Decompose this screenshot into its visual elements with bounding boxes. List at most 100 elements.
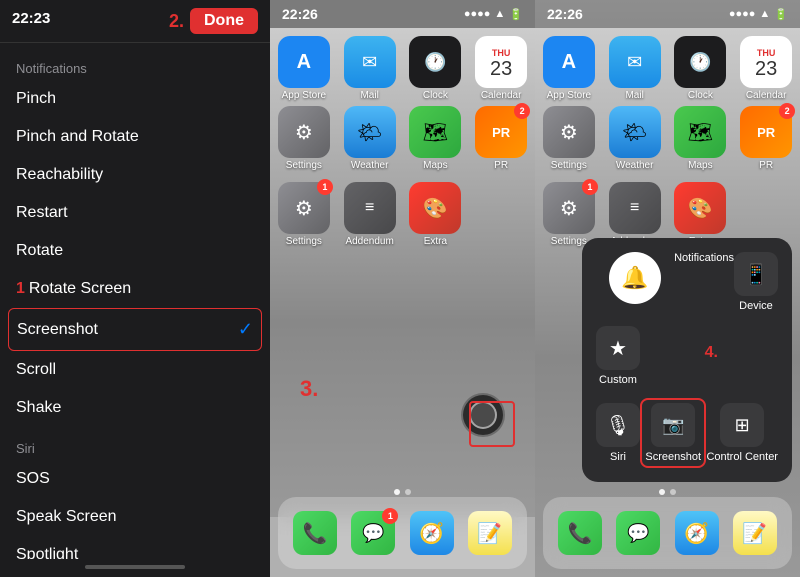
app-extra[interactable]: 🎨 Extra: [406, 182, 466, 247]
time-display-right: 22:26: [547, 6, 583, 22]
app-pr-r[interactable]: PR2 PR: [736, 106, 796, 171]
app-appstore[interactable]: A App Store: [274, 36, 334, 101]
app-icon-settings2: ⚙1: [278, 182, 330, 234]
at-menu-device-icon: 📱: [734, 252, 778, 296]
app-weather[interactable]: 🌤 Weather: [340, 106, 400, 171]
wifi-icon: ▲: [494, 8, 505, 20]
app-icon-mail: ✉: [344, 36, 396, 88]
app-grid-row2-right: ⚙ Settings 🌤 Weather 🗺 Maps PR2 PR: [535, 106, 800, 171]
done-button[interactable]: Done: [190, 8, 258, 34]
app-clock-r[interactable]: 🕐 Clock: [671, 36, 731, 101]
menu-section-siri: Siri: [0, 427, 270, 460]
at-menu-siri-item[interactable]: 🎙 Siri: [596, 403, 640, 463]
wifi-icon-right: ▲: [759, 8, 770, 20]
app-icon-weather: 🌤: [344, 106, 396, 158]
app-icon-extra: 🎨: [409, 182, 461, 234]
app-settings[interactable]: ⚙ Settings: [274, 106, 334, 171]
page-dot-r1: [659, 489, 665, 495]
app-icon-pr-r: PR2: [740, 106, 792, 158]
app-icon-extra-r: 🎨: [674, 182, 726, 234]
app-clock[interactable]: 🕐 Clock: [406, 36, 466, 101]
page-dots: [270, 489, 535, 495]
menu-item-scroll[interactable]: Scroll: [0, 351, 270, 389]
app-addendum[interactable]: ≡ Addendum: [340, 182, 400, 247]
app-maps-r[interactable]: 🗺 Maps: [671, 106, 731, 171]
at-menu-notifications-item[interactable]: 🔔: [609, 252, 661, 304]
dock-icon-phone: 📞: [293, 511, 337, 555]
at-menu-screenshot-icon: 📷: [651, 403, 695, 447]
app-calendar[interactable]: THU23 Calendar: [471, 36, 531, 101]
dock-safari-r[interactable]: 🧭: [675, 511, 719, 555]
app-icon-settings2-r: ⚙1: [543, 182, 595, 234]
dock-app-phone[interactable]: 📞: [293, 511, 337, 555]
app-label-pr: PR: [494, 160, 508, 171]
menu-list: Notifications Pinch Pinch and Rotate Rea…: [0, 43, 270, 559]
at-menu-screenshot-item[interactable]: 📷 Screenshot: [640, 398, 706, 468]
step-3-label: 3.: [300, 376, 318, 402]
dock-app-safari[interactable]: 🧭: [410, 511, 454, 555]
menu-item-screenshot[interactable]: Screenshot ✓: [8, 308, 262, 351]
app-icon-calendar-r: THU23: [740, 36, 792, 88]
dock-phone-r[interactable]: 📞: [558, 511, 602, 555]
menu-item-sos[interactable]: SOS: [0, 460, 270, 498]
app-mail-r[interactable]: ✉ Mail: [605, 36, 665, 101]
dock-icon-messages: 💬1: [351, 511, 395, 555]
app-icon-appstore: A: [278, 36, 330, 88]
app-label-maps-r: Maps: [688, 160, 712, 171]
menu-item-reachability[interactable]: Reachability: [0, 156, 270, 194]
menu-item-pinch[interactable]: Pinch: [0, 80, 270, 118]
menu-item-rotate[interactable]: Rotate: [0, 232, 270, 270]
left-panel: 22:23 2. Done Notifications Pinch Pinch …: [0, 0, 270, 577]
app-icon-maps-r: 🗺: [674, 106, 726, 158]
battery-icon-right: 🔋: [774, 8, 788, 21]
app-settings-r[interactable]: ⚙ Settings: [539, 106, 599, 171]
left-header: 22:23 2. Done: [0, 0, 270, 43]
step-2-label: 2.: [169, 11, 184, 32]
app-label-mail: Mail: [360, 90, 378, 101]
at-menu-device-label: Device: [739, 300, 773, 312]
app-icon-mail-r: ✉: [609, 36, 661, 88]
menu-item-spotlight[interactable]: Spotlight: [0, 536, 270, 559]
at-menu-device-item[interactable]: 📱 Device: [734, 252, 778, 312]
app-grid-row2: ⚙ Settings 🌤 Weather 🗺 Maps PR2 PR: [270, 106, 535, 171]
dock-icon-safari-r: 🧭: [675, 511, 719, 555]
at-menu-middle-row: ★ Custom: [596, 326, 778, 386]
dock-app-notes[interactable]: 📝: [468, 511, 512, 555]
app-mail[interactable]: ✉ Mail: [340, 36, 400, 101]
app-label-addendum: Addendum: [345, 236, 393, 247]
menu-item-speak-screen[interactable]: Speak Screen: [0, 498, 270, 536]
app-settings2-r[interactable]: ⚙1 Settings: [539, 182, 599, 247]
dock-messages-r[interactable]: 💬: [616, 511, 660, 555]
app-maps[interactable]: 🗺 Maps: [406, 106, 466, 171]
menu-item-shake[interactable]: Shake: [0, 389, 270, 427]
app-grid-row3: ⚙1 Settings ≡ Addendum 🎨 Extra: [270, 182, 535, 247]
app-label-appstore-r: App Store: [547, 90, 591, 101]
at-menu-custom-item[interactable]: ★ Custom: [596, 326, 640, 386]
at-menu-top-row: 🔔 Notifications 📱 Device: [596, 252, 778, 312]
dock-notes-r[interactable]: 📝: [733, 511, 777, 555]
dock-icon-notes: 📝: [468, 511, 512, 555]
app-label-settings-r: Settings: [551, 160, 587, 171]
app-label-settings: Settings: [286, 160, 322, 171]
signal-icon-right: ●●●●: [729, 8, 756, 20]
step-1-marker: 1: [16, 280, 25, 297]
dock-app-messages[interactable]: 💬1: [351, 511, 395, 555]
app-icon-settings-r: ⚙: [543, 106, 595, 158]
app-settings2[interactable]: ⚙1 Settings: [274, 182, 334, 247]
assistive-touch-box: [469, 401, 515, 447]
app-label-settings2-r: Settings: [551, 236, 587, 247]
menu-section-notifications: Notifications: [0, 47, 270, 80]
menu-item-rotate-screen[interactable]: 1Rotate Screen: [0, 270, 270, 308]
dock-icon-safari: 🧭: [410, 511, 454, 555]
menu-item-pinch-rotate[interactable]: Pinch and Rotate: [0, 118, 270, 156]
app-appstore-r[interactable]: A App Store: [539, 36, 599, 101]
at-menu-notifications-icon: 🔔: [609, 252, 661, 304]
app-calendar-r[interactable]: THU23 Calendar: [736, 36, 796, 101]
app-weather-r[interactable]: 🌤 Weather: [605, 106, 665, 171]
app-pr[interactable]: PR2 PR: [471, 106, 531, 171]
at-menu-control-center-item[interactable]: ⊞ Control Center: [706, 403, 778, 463]
menu-item-restart[interactable]: Restart: [0, 194, 270, 232]
phone-background-middle: 22:26 ●●●● ▲ 🔋 A App Store ✉ Mail 🕐 Cloc…: [270, 0, 535, 577]
time-display-left: 22:23: [12, 10, 50, 27]
app-label-clock: Clock: [423, 90, 448, 101]
